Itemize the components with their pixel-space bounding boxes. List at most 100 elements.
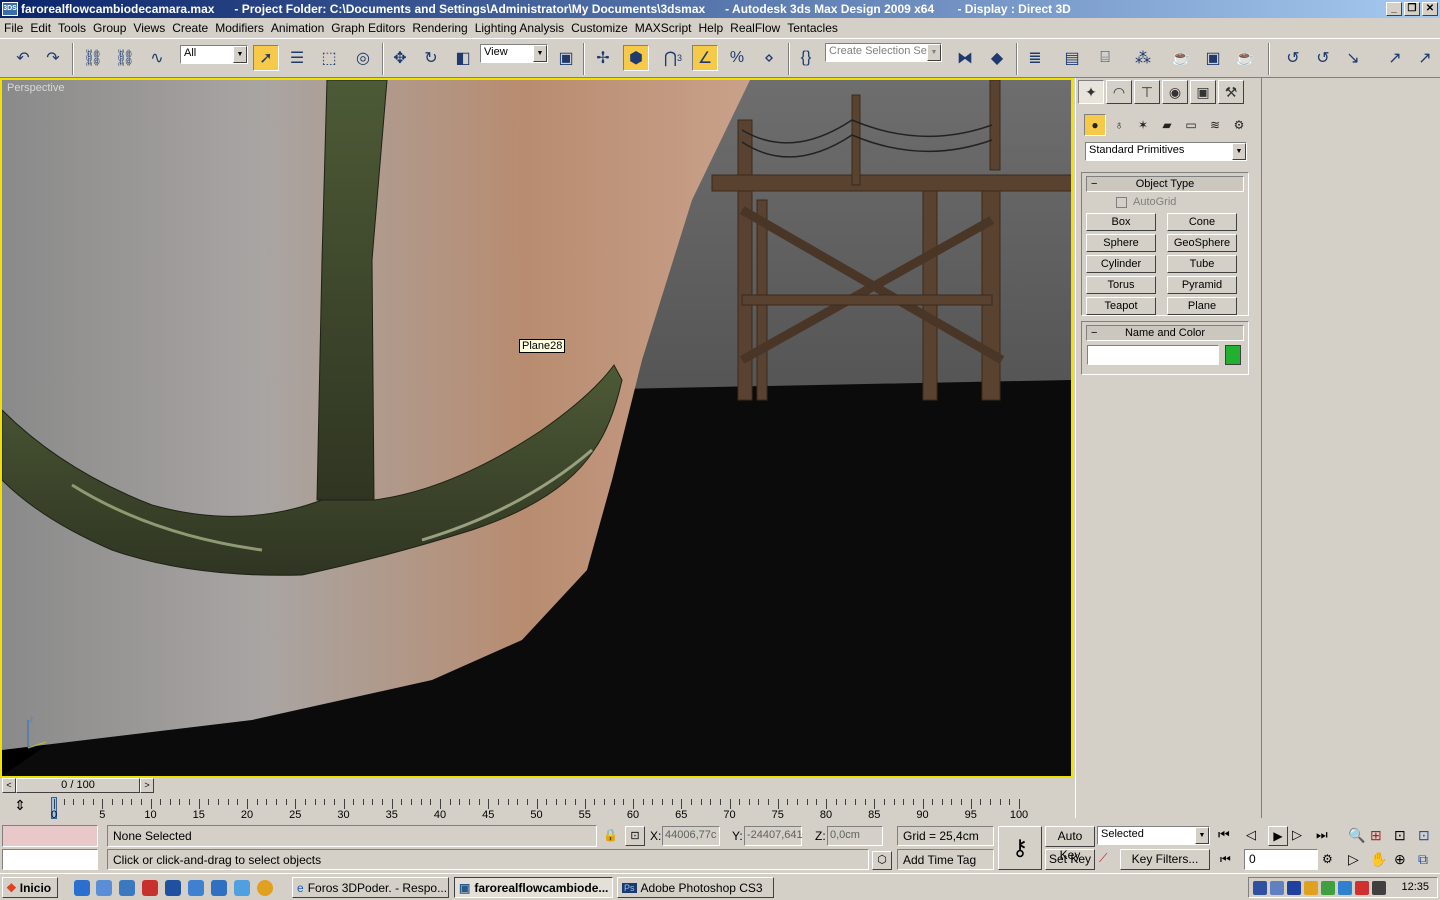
tray-app-icon[interactable] — [1372, 881, 1386, 895]
start-button[interactable]: ❖ Inicio — [2, 877, 58, 898]
tray-app-icon[interactable] — [1270, 881, 1284, 895]
field-of-view-icon[interactable]: ▷ — [1348, 851, 1359, 868]
pivot-center-icon[interactable]: ▣ — [553, 45, 579, 71]
select-and-link-icon[interactable]: ⛓ — [80, 45, 106, 71]
torus-button[interactable]: Torus — [1086, 276, 1156, 294]
zoom-all-icon[interactable]: ⊞ — [1370, 827, 1382, 844]
quick-launch-app-icon[interactable] — [96, 880, 112, 896]
named-selection-set-dropdown[interactable]: Create Selection Set ▼ — [825, 43, 942, 62]
space-warps-icon[interactable]: ≋ — [1204, 114, 1226, 136]
hierarchy-tab-icon[interactable]: ⊤ — [1134, 80, 1160, 104]
spinner-snap-icon[interactable]: ⋄ — [756, 45, 782, 71]
primitive-category-dropdown[interactable]: Standard Primitives ▼ — [1085, 142, 1247, 161]
select-by-name-icon[interactable]: ☰ — [284, 45, 310, 71]
unlink-icon[interactable]: ⛓ — [112, 45, 138, 71]
object-type-rollout-header[interactable]: − Object Type — [1086, 176, 1244, 192]
plane-button[interactable]: Plane — [1167, 297, 1237, 315]
keyboard-shortcut-override-icon[interactable]: ⬢ — [623, 45, 649, 71]
autogrid-checkbox[interactable]: AutoGrid — [1116, 196, 1176, 208]
track-bar-ruler[interactable]: 0 5 10 15 20 25 30 35 40 45 50 55 60 65 70 75 80 85 90 95 10… — [40, 797, 1040, 821]
tube-button[interactable]: Tube — [1167, 255, 1237, 273]
default-in-out-tangents-icon[interactable]: ⟋ — [1099, 851, 1107, 866]
key-mode-toggle-icon[interactable]: ⏮ — [1220, 852, 1231, 867]
curve-editor-icon[interactable]: ⌸ — [1092, 45, 1118, 71]
key-mode-dropdown[interactable]: Selected ▼ — [1097, 826, 1210, 845]
reference-coordinate-dropdown[interactable]: View ▼ — [480, 44, 548, 63]
snaps-toggle-icon[interactable]: ⋂ 3 — [660, 45, 686, 71]
realflow-pf-export-icon[interactable]: ↗ — [1382, 45, 1408, 71]
z-coordinate-field[interactable]: 0,0cm — [827, 826, 883, 846]
taskbar-item-photoshop[interactable]: Ps Adobe Photoshop CS3 — [617, 877, 774, 898]
next-frame-icon[interactable]: ▷ — [1292, 827, 1302, 843]
absolute-mode-transform-icon[interactable]: ⊡ — [625, 826, 645, 846]
menu-lighting-analysis[interactable]: Lighting Analysis — [475, 21, 570, 35]
current-frame-spinner[interactable]: 0 — [1244, 849, 1318, 870]
menu-group[interactable]: Group — [93, 21, 132, 35]
graphite-modeling-tools-icon[interactable]: ▤ — [1059, 45, 1085, 71]
menu-help[interactable]: Help — [698, 21, 729, 35]
internet-explorer-icon[interactable] — [74, 880, 90, 896]
tray-app-icon[interactable] — [1287, 881, 1301, 895]
bind-space-warp-icon[interactable]: ∿ — [144, 45, 170, 71]
zoom-icon[interactable]: 🔍 — [1348, 827, 1365, 844]
select-object-icon[interactable]: ➚ — [253, 45, 279, 71]
menu-create[interactable]: Create — [172, 21, 214, 35]
shapes-icon[interactable]: ♁ — [1108, 114, 1130, 136]
helpers-icon[interactable]: ▭ — [1180, 114, 1202, 136]
set-key-icon[interactable]: ⚷ — [998, 826, 1042, 870]
realflow-sd-import-icon[interactable]: ↺ — [1310, 45, 1336, 71]
add-time-tag[interactable]: Add Time Tag — [897, 849, 994, 870]
minimize-button[interactable]: _ — [1386, 2, 1402, 16]
select-and-scale-icon[interactable]: ◧ — [450, 45, 476, 71]
menu-rendering[interactable]: Rendering — [412, 21, 473, 35]
realflow-sd-tool-icon[interactable]: ↘ — [1340, 45, 1366, 71]
perspective-viewport[interactable]: Perspective Plane28 z — [0, 78, 1073, 778]
menu-maxscript[interactable]: MAXScript — [635, 21, 698, 35]
angle-snap-icon[interactable]: ∠ — [692, 45, 718, 71]
undo-icon[interactable]: ↶ — [10, 45, 36, 71]
time-slider-next-arrow-icon[interactable]: > — [140, 778, 154, 793]
display-tab-icon[interactable]: ▣ — [1190, 80, 1216, 104]
percent-snap-icon[interactable]: % — [724, 45, 750, 71]
restore-button[interactable]: ❐ — [1404, 2, 1420, 16]
previous-frame-icon[interactable]: ◁ — [1246, 827, 1256, 843]
object-name-field[interactable] — [1087, 345, 1219, 365]
mirror-icon[interactable]: ⧓ — [952, 45, 978, 71]
menu-edit[interactable]: Edit — [30, 21, 57, 35]
cylinder-button[interactable]: Cylinder — [1086, 255, 1156, 273]
motion-tab-icon[interactable]: ◉ — [1162, 80, 1188, 104]
tray-app-icon[interactable] — [1321, 881, 1335, 895]
menu-views[interactable]: Views — [133, 21, 171, 35]
rectangle-selection-icon[interactable]: ⬚ — [316, 45, 342, 71]
messenger-icon[interactable] — [211, 880, 227, 896]
selection-filter-dropdown[interactable]: All ▼ — [180, 45, 248, 64]
set-key-button[interactable]: Set Key — [1045, 849, 1095, 870]
go-to-start-icon[interactable]: ⏮ — [1218, 827, 1230, 843]
time-configuration-icon[interactable]: ⚙ — [1322, 852, 1333, 866]
redo-icon[interactable]: ↷ — [40, 45, 66, 71]
menu-tentacles[interactable]: Tentacles — [787, 21, 844, 35]
open-mini-curve-editor-icon[interactable]: ⇕ — [10, 797, 30, 817]
lights-icon[interactable]: ✶ — [1132, 114, 1154, 136]
quick-launch-app-icon[interactable] — [234, 880, 250, 896]
menu-customize[interactable]: Customize — [571, 21, 634, 35]
pan-view-icon[interactable]: ✋ — [1370, 851, 1387, 868]
create-tab-icon[interactable]: ✦ — [1078, 80, 1104, 104]
menu-tools[interactable]: Tools — [58, 21, 92, 35]
media-player-icon[interactable] — [165, 880, 181, 896]
teapot-button[interactable]: Teapot — [1086, 297, 1156, 315]
systems-icon[interactable]: ⚙ — [1228, 114, 1250, 136]
quick-render-icon[interactable]: ☕ — [1232, 45, 1258, 71]
render-setup-icon[interactable]: ☕ — [1168, 45, 1194, 71]
x-coordinate-field[interactable]: 44006,77c — [662, 826, 720, 846]
layer-manager-icon[interactable]: ≣ — [1022, 45, 1048, 71]
tray-app-icon[interactable] — [1355, 881, 1369, 895]
maximize-viewport-icon[interactable]: ⧉ — [1418, 851, 1428, 868]
orbit-icon[interactable]: ⊕ — [1394, 851, 1406, 868]
edit-named-selection-icon[interactable]: {} — [793, 45, 819, 71]
menu-graph-editors[interactable]: Graph Editors — [331, 21, 411, 35]
time-slider-thumb[interactable]: 0 / 100 — [16, 778, 140, 793]
box-button[interactable]: Box — [1086, 213, 1156, 231]
window-crossing-icon[interactable]: ◎ — [350, 45, 376, 71]
geosphere-button[interactable]: GeoSphere — [1167, 234, 1237, 252]
